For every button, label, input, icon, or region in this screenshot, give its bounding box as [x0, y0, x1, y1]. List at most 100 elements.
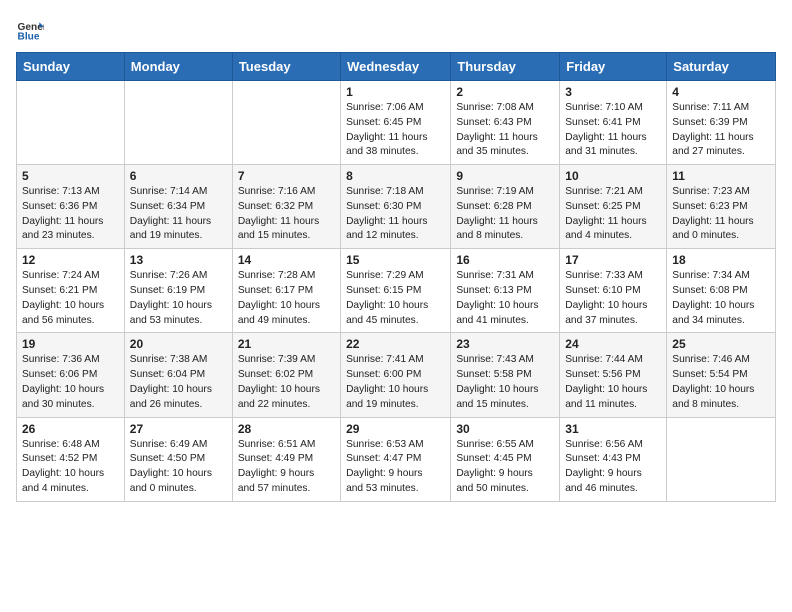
day-cell: 24 Sunrise: 7:44 AM Sunset: 5:56 PM Dayli…: [560, 333, 667, 417]
day-number: 30: [456, 422, 554, 436]
header: General Blue: [16, 16, 776, 44]
day-cell: 2Sunrise: 7:08 AM Sunset: 6:43 PM Daylig…: [451, 81, 560, 165]
day-number: 31: [565, 422, 661, 436]
day-cell: 18 Sunrise: 7:34 AM Sunset: 6:08 PM Dayli…: [667, 249, 776, 333]
day-info: Sunrise: 7:29 AM Sunset: 6:15 PM Dayligh…: [346, 269, 445, 328]
col-header-thursday: Thursday: [451, 53, 560, 81]
day-info: Sunrise: 7:36 AM Sunset: 6:06 PM Dayligh…: [22, 353, 119, 412]
day-cell: 7 Sunrise: 7:16 AM Sunset: 6:32 PM Daylig…: [232, 165, 340, 249]
day-info: Sunrise: 7:38 AM Sunset: 6:04 PM Dayligh…: [130, 353, 227, 412]
day-cell: 4 Sunrise: 7:11 AM Sunset: 6:39 PM Daylig…: [667, 81, 776, 165]
day-cell: 5 Sunrise: 7:13 AM Sunset: 6:36 PM Daylig…: [17, 165, 125, 249]
day-number: 4: [672, 85, 770, 99]
day-cell: 22 Sunrise: 7:41 AM Sunset: 6:00 PM Dayli…: [341, 333, 451, 417]
day-info: Sunrise: 6:55 AM Sunset: 4:45 PM Dayligh…: [456, 438, 554, 497]
day-number: 8: [346, 169, 445, 183]
logo-icon: General Blue: [16, 16, 44, 44]
day-number: 9: [456, 169, 554, 183]
day-info: Sunrise: 7:43 AM Sunset: 5:58 PM Dayligh…: [456, 353, 554, 412]
day-info: Sunrise: 7:10 AM Sunset: 6:41 PM Dayligh…: [565, 101, 661, 160]
day-number: 2: [456, 85, 554, 99]
week-row-3: 12 Sunrise: 7:24 AM Sunset: 6:21 PM Dayli…: [17, 249, 776, 333]
day-cell: 12 Sunrise: 7:24 AM Sunset: 6:21 PM Dayli…: [17, 249, 125, 333]
day-cell: 31 Sunrise: 6:56 AM Sunset: 4:43 PM Dayli…: [560, 417, 667, 501]
day-cell: 6Sunrise: 7:14 AM Sunset: 6:34 PM Daylig…: [124, 165, 232, 249]
day-number: 3: [565, 85, 661, 99]
day-info: Sunrise: 7:06 AM Sunset: 6:45 PM Dayligh…: [346, 101, 445, 160]
day-number: 5: [22, 169, 119, 183]
col-header-monday: Monday: [124, 53, 232, 81]
day-number: 17: [565, 253, 661, 267]
day-cell: 28Sunrise: 6:51 AM Sunset: 4:49 PM Dayli…: [232, 417, 340, 501]
day-number: 14: [238, 253, 335, 267]
day-cell: [124, 81, 232, 165]
week-row-4: 19 Sunrise: 7:36 AM Sunset: 6:06 PM Dayli…: [17, 333, 776, 417]
logo: General Blue: [16, 16, 44, 44]
day-cell: 8 Sunrise: 7:18 AM Sunset: 6:30 PM Daylig…: [341, 165, 451, 249]
day-info: Sunrise: 6:49 AM Sunset: 4:50 PM Dayligh…: [130, 438, 227, 497]
day-number: 18: [672, 253, 770, 267]
day-info: Sunrise: 7:31 AM Sunset: 6:13 PM Dayligh…: [456, 269, 554, 328]
day-info: Sunrise: 7:34 AM Sunset: 6:08 PM Dayligh…: [672, 269, 770, 328]
day-info: Sunrise: 7:26 AM Sunset: 6:19 PM Dayligh…: [130, 269, 227, 328]
day-number: 6: [130, 169, 227, 183]
day-info: Sunrise: 7:18 AM Sunset: 6:30 PM Dayligh…: [346, 185, 445, 244]
day-cell: 17 Sunrise: 7:33 AM Sunset: 6:10 PM Dayli…: [560, 249, 667, 333]
day-info: Sunrise: 7:11 AM Sunset: 6:39 PM Dayligh…: [672, 101, 770, 160]
day-cell: 1Sunrise: 7:06 AM Sunset: 6:45 PM Daylig…: [341, 81, 451, 165]
day-number: 16: [456, 253, 554, 267]
day-info: Sunrise: 7:16 AM Sunset: 6:32 PM Dayligh…: [238, 185, 335, 244]
day-cell: 20 Sunrise: 7:38 AM Sunset: 6:04 PM Dayli…: [124, 333, 232, 417]
day-info: Sunrise: 7:19 AM Sunset: 6:28 PM Dayligh…: [456, 185, 554, 244]
day-number: 10: [565, 169, 661, 183]
day-cell: 25 Sunrise: 7:46 AM Sunset: 5:54 PM Dayli…: [667, 333, 776, 417]
day-number: 23: [456, 337, 554, 351]
day-info: Sunrise: 6:56 AM Sunset: 4:43 PM Dayligh…: [565, 438, 661, 497]
calendar-table: SundayMondayTuesdayWednesdayThursdayFrid…: [16, 52, 776, 502]
day-cell: 19 Sunrise: 7:36 AM Sunset: 6:06 PM Dayli…: [17, 333, 125, 417]
day-number: 28: [238, 422, 335, 436]
day-number: 26: [22, 422, 119, 436]
day-number: 22: [346, 337, 445, 351]
day-number: 15: [346, 253, 445, 267]
day-cell: 21 Sunrise: 7:39 AM Sunset: 6:02 PM Dayli…: [232, 333, 340, 417]
day-cell: 13Sunrise: 7:26 AM Sunset: 6:19 PM Dayli…: [124, 249, 232, 333]
header-row: SundayMondayTuesdayWednesdayThursdayFrid…: [17, 53, 776, 81]
week-row-1: 1Sunrise: 7:06 AM Sunset: 6:45 PM Daylig…: [17, 81, 776, 165]
day-info: Sunrise: 6:48 AM Sunset: 4:52 PM Dayligh…: [22, 438, 119, 497]
day-cell: 14 Sunrise: 7:28 AM Sunset: 6:17 PM Dayli…: [232, 249, 340, 333]
day-number: 12: [22, 253, 119, 267]
day-info: Sunrise: 7:24 AM Sunset: 6:21 PM Dayligh…: [22, 269, 119, 328]
day-number: 27: [130, 422, 227, 436]
day-cell: 26 Sunrise: 6:48 AM Sunset: 4:52 PM Dayli…: [17, 417, 125, 501]
day-cell: 3 Sunrise: 7:10 AM Sunset: 6:41 PM Daylig…: [560, 81, 667, 165]
col-header-sunday: Sunday: [17, 53, 125, 81]
day-info: Sunrise: 7:33 AM Sunset: 6:10 PM Dayligh…: [565, 269, 661, 328]
day-number: 21: [238, 337, 335, 351]
day-cell: 10 Sunrise: 7:21 AM Sunset: 6:25 PM Dayli…: [560, 165, 667, 249]
day-number: 19: [22, 337, 119, 351]
day-info: Sunrise: 7:13 AM Sunset: 6:36 PM Dayligh…: [22, 185, 119, 244]
week-row-2: 5 Sunrise: 7:13 AM Sunset: 6:36 PM Daylig…: [17, 165, 776, 249]
day-info: Sunrise: 7:41 AM Sunset: 6:00 PM Dayligh…: [346, 353, 445, 412]
day-number: 7: [238, 169, 335, 183]
day-info: Sunrise: 7:21 AM Sunset: 6:25 PM Dayligh…: [565, 185, 661, 244]
day-cell: [232, 81, 340, 165]
day-info: Sunrise: 7:39 AM Sunset: 6:02 PM Dayligh…: [238, 353, 335, 412]
day-number: 20: [130, 337, 227, 351]
day-cell: [17, 81, 125, 165]
day-info: Sunrise: 7:46 AM Sunset: 5:54 PM Dayligh…: [672, 353, 770, 412]
day-number: 25: [672, 337, 770, 351]
day-number: 11: [672, 169, 770, 183]
col-header-wednesday: Wednesday: [341, 53, 451, 81]
day-info: Sunrise: 6:53 AM Sunset: 4:47 PM Dayligh…: [346, 438, 445, 497]
day-info: Sunrise: 7:28 AM Sunset: 6:17 PM Dayligh…: [238, 269, 335, 328]
col-header-tuesday: Tuesday: [232, 53, 340, 81]
day-number: 24: [565, 337, 661, 351]
day-cell: 9 Sunrise: 7:19 AM Sunset: 6:28 PM Daylig…: [451, 165, 560, 249]
day-cell: 16 Sunrise: 7:31 AM Sunset: 6:13 PM Dayli…: [451, 249, 560, 333]
col-header-saturday: Saturday: [667, 53, 776, 81]
week-row-5: 26 Sunrise: 6:48 AM Sunset: 4:52 PM Dayli…: [17, 417, 776, 501]
day-info: Sunrise: 7:44 AM Sunset: 5:56 PM Dayligh…: [565, 353, 661, 412]
day-cell: 23 Sunrise: 7:43 AM Sunset: 5:58 PM Dayli…: [451, 333, 560, 417]
